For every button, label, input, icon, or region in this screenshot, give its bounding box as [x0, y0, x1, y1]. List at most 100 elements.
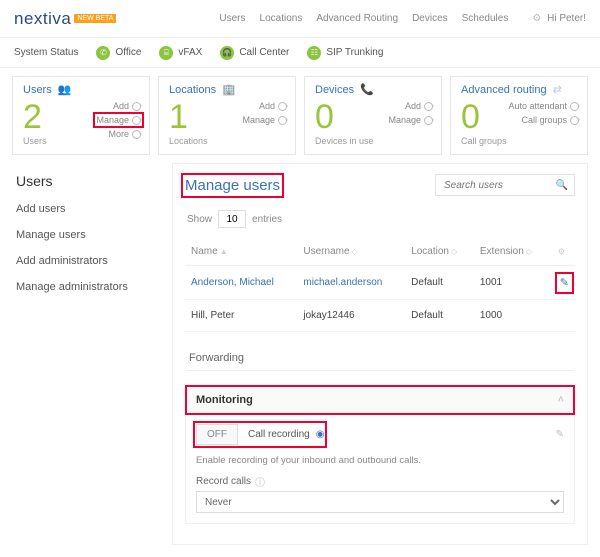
ql-system-status-label: System Status [14, 47, 78, 58]
stat-users-count: 2 [23, 100, 47, 134]
radio-on-icon: ◉ [316, 429, 325, 440]
brand-badge: NEW Beta [74, 14, 116, 23]
chevron-icon [570, 102, 579, 111]
entries-label: entries [252, 214, 282, 225]
ql-sip-label: SIP Trunking [326, 47, 383, 58]
col-username[interactable]: Username◇ [297, 238, 405, 266]
users-add-link[interactable]: Add [96, 101, 141, 111]
sidebar-add-admins[interactable]: Add administrators [16, 255, 158, 267]
table-row: Hill, Peter jokay12446 Default 1000 [185, 300, 575, 332]
users-more-link[interactable]: More [96, 129, 141, 139]
record-calls-select[interactable]: Never [196, 491, 564, 513]
monitoring-section: Monitoring ˄ OFF Call recording ◉ ✎ Enab… [185, 385, 575, 524]
greeting-text: Hi Peter! [547, 13, 586, 24]
search-input[interactable] [442, 179, 556, 192]
ql-vfax[interactable]: ⌸ vFAX [159, 46, 202, 60]
chevron-icon [132, 116, 141, 125]
chevron-icon [424, 102, 433, 111]
user-name[interactable]: Hill, Peter [185, 300, 297, 332]
building-icon: 🏢 [222, 83, 236, 96]
main-area: Users Add users Manage users Add adminis… [0, 163, 600, 557]
edit-user-button[interactable]: ✎ [560, 277, 569, 289]
stats-row: Users 👥 2 Users Add Manage More Location… [0, 68, 600, 163]
chevron-icon [132, 130, 141, 139]
brand-name: nextiva [14, 9, 71, 29]
monitoring-off-toggle[interactable]: OFF [196, 424, 238, 445]
stat-card-routing: Advanced routing ⇄ 0 Call groups Auto at… [450, 76, 588, 155]
devices-add-link[interactable]: Add [388, 101, 433, 111]
chevron-icon [132, 102, 141, 111]
headset-icon: 🎧 [220, 46, 234, 60]
ql-sip-trunking[interactable]: ☷ SIP Trunking [307, 46, 383, 60]
routing-auto-link[interactable]: Auto attendant [508, 101, 579, 111]
monitoring-description: Enable recording of your inbound and out… [196, 455, 564, 466]
user-location: Default [405, 300, 474, 332]
chevron-icon [278, 116, 287, 125]
ql-call-center[interactable]: 🎧 Call Center [220, 46, 289, 60]
stat-routing-title[interactable]: Advanced routing ⇄ [461, 83, 577, 96]
user-extension: 1001 [474, 266, 550, 300]
routing-groups-link[interactable]: Call groups [508, 115, 579, 125]
col-actions: ⚙ [550, 238, 575, 266]
user-greeting[interactable]: ⚙ Hi Peter! [532, 13, 586, 24]
sidebar: Users Add users Manage users Add adminis… [12, 163, 162, 545]
user-name-link[interactable]: Anderson, Michael [191, 277, 274, 288]
routing-icon: ⇄ [553, 83, 562, 96]
user-username[interactable]: jokay12446 [297, 300, 405, 332]
stat-users-title[interactable]: Users 👥 [23, 83, 139, 96]
sidebar-heading: Users [16, 173, 158, 189]
stat-card-devices: Devices 📞 0 Devices in use Add Manage [304, 76, 442, 155]
monitoring-toggle-head[interactable]: Monitoring ˄ [186, 386, 574, 414]
gear-icon: ⚙ [558, 247, 565, 256]
brand-logo[interactable]: nextiva NEW Beta [14, 9, 116, 29]
ql-office-label: Office [115, 47, 141, 58]
forwarding-section: Forwarding [185, 346, 575, 371]
col-extension[interactable]: Extension◇ [474, 238, 550, 266]
nav-devices[interactable]: Devices [412, 13, 448, 24]
sort-icon: ◇ [352, 247, 358, 256]
info-icon: i [255, 477, 265, 487]
gear-icon: ⚙ [532, 13, 541, 24]
table-row: Anderson, Michael michael.anderson Defau… [185, 266, 575, 300]
devices-manage-link[interactable]: Manage [388, 115, 433, 125]
search-icon: 🔍 [556, 180, 568, 191]
call-recording-feature[interactable]: Call recording ◉ [248, 429, 324, 440]
call-recording-label: Call recording [248, 429, 310, 440]
edit-monitoring-button[interactable]: ✎ [556, 429, 564, 440]
sidebar-manage-admins[interactable]: Manage administrators [16, 281, 158, 293]
col-location[interactable]: Location◇ [405, 238, 474, 266]
nav-routing[interactable]: Advanced Routing [316, 13, 398, 24]
content-panel: Manage users 🔍 Show entries Name▲ Userna… [172, 163, 588, 545]
stat-locations-sub: Locations [169, 136, 208, 146]
show-label: Show [187, 214, 212, 225]
search-users[interactable]: 🔍 [435, 174, 575, 196]
col-name[interactable]: Name▲ [185, 238, 297, 266]
stat-card-locations: Locations 🏢 1 Locations Add Manage [158, 76, 296, 155]
fax-icon: ⌸ [159, 46, 173, 60]
forwarding-toggle[interactable]: Forwarding [185, 346, 575, 370]
chevron-up-icon: ˄ [558, 394, 564, 406]
locations-add-link[interactable]: Add [242, 101, 287, 111]
sidebar-manage-users[interactable]: Manage users [16, 229, 158, 241]
stat-locations-title[interactable]: Locations 🏢 [169, 83, 285, 96]
monitoring-title: Monitoring [196, 394, 253, 406]
nav-locations[interactable]: Locations [260, 13, 303, 24]
sidebar-add-users[interactable]: Add users [16, 203, 158, 215]
ql-vfax-label: vFAX [178, 47, 202, 58]
user-username-link[interactable]: michael.anderson [303, 277, 382, 288]
users-manage-link[interactable]: Manage [96, 115, 141, 125]
users-table: Name▲ Username◇ Location◇ Extension◇ ⚙ A… [185, 238, 575, 332]
locations-manage-link[interactable]: Manage [242, 115, 287, 125]
topbar: nextiva NEW Beta Users Locations Advance… [0, 0, 600, 38]
record-calls-label: Record calls i [196, 476, 564, 487]
page-title: Manage users [185, 177, 280, 194]
page-size-input[interactable] [218, 210, 246, 228]
stat-card-users: Users 👥 2 Users Add Manage More [12, 76, 150, 155]
nav-users[interactable]: Users [219, 13, 245, 24]
ql-office[interactable]: ✆ Office [96, 46, 141, 60]
ql-system-status[interactable]: System Status [14, 47, 78, 58]
nav-schedules[interactable]: Schedules [462, 13, 509, 24]
stat-devices-sub: Devices in use [315, 136, 374, 146]
stat-devices-title[interactable]: Devices 📞 [315, 83, 431, 96]
stat-users-sub: Users [23, 136, 47, 146]
